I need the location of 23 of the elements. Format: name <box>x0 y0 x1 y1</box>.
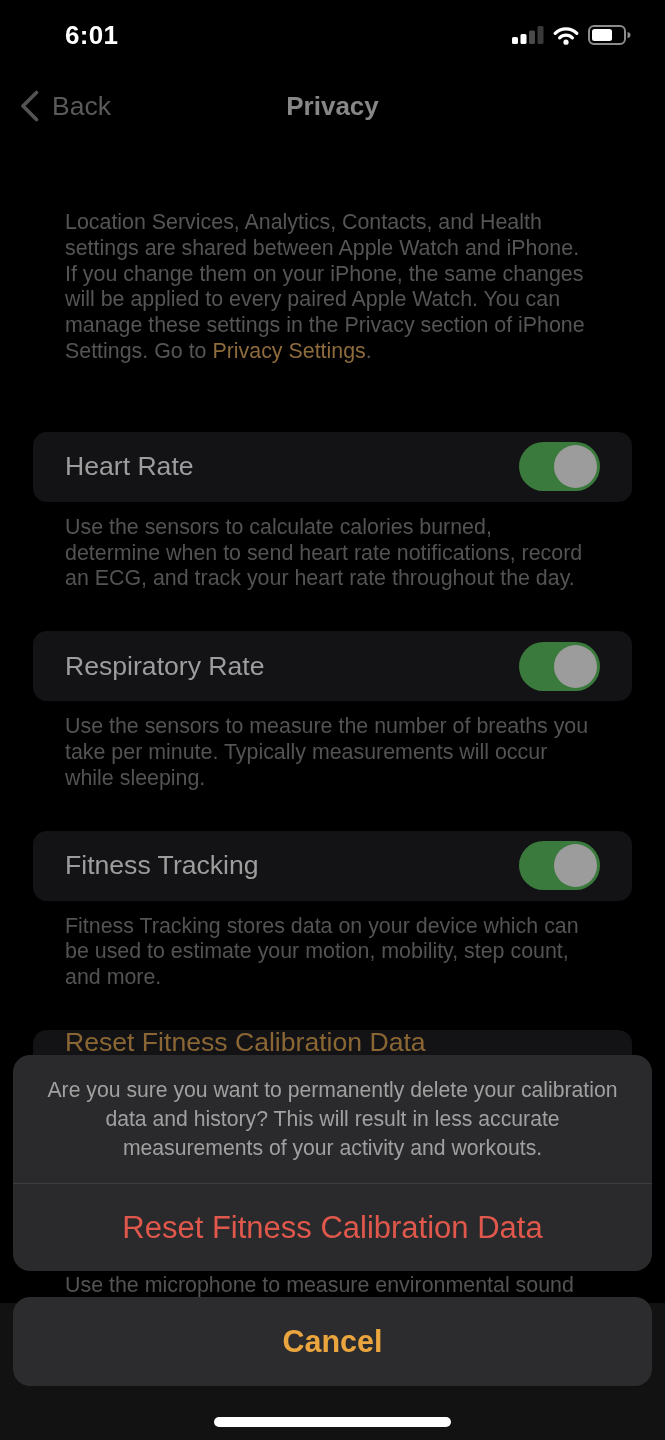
back-chevron-icon <box>20 90 39 122</box>
setting-description: Use the microphone to measure environmental sound <box>65 1272 575 1297</box>
sheet-message: Are you sure you want to permanently delete your calibration data and history? This will result in less accurate measurements of your activity and workouts. <box>46 1077 619 1162</box>
battery-icon <box>588 25 631 45</box>
setting-description: Use the sensors to calculate calories burned, determine when to send heart rate notifications, record an ECG, and track your heart rate throughout the day. <box>65 514 584 593</box>
privacy-settings-link[interactable]: Privacy Settings <box>212 339 366 363</box>
signal-icon <box>512 26 544 44</box>
row-label: Heart Rate <box>65 451 194 483</box>
cancel-button[interactable]: Cancel <box>13 1297 652 1386</box>
setting-description: Use the sensors to measure the number of breaths you take per minute. Typically measurements will occur while sleeping. <box>65 714 590 792</box>
row-label: Fitness Tracking <box>65 850 259 882</box>
reset-calibration-action[interactable]: Reset Fitness Calibration Data <box>65 1029 426 1055</box>
row-label: Respiratory Rate <box>65 650 265 682</box>
page-title: Privacy <box>286 90 379 122</box>
toggle-switch[interactable] <box>519 442 600 492</box>
wifi-icon <box>553 25 579 45</box>
intro-paragraph: Location Services, Analytics, Contacts, and Health settings are shared between Apple Watch and iPhone. If you change them on your iPhone, the same changes will be applied to every paired Apple Watch. You can manage these settings in the Privacy section of iPhone Settings. Go to Privacy Settings. <box>65 210 586 365</box>
setting-description: Fitness Tracking stores data on your device which can be used to estimate your motion, mobility, step count, and more. <box>65 913 580 991</box>
toggle-switch[interactable] <box>519 841 600 891</box>
toggle-switch[interactable] <box>519 641 600 691</box>
reset-confirm-button[interactable]: Reset Fitness Calibration Data <box>13 1183 652 1271</box>
status-time: 6:01 <box>65 19 119 51</box>
back-button[interactable]: Back <box>20 90 111 122</box>
